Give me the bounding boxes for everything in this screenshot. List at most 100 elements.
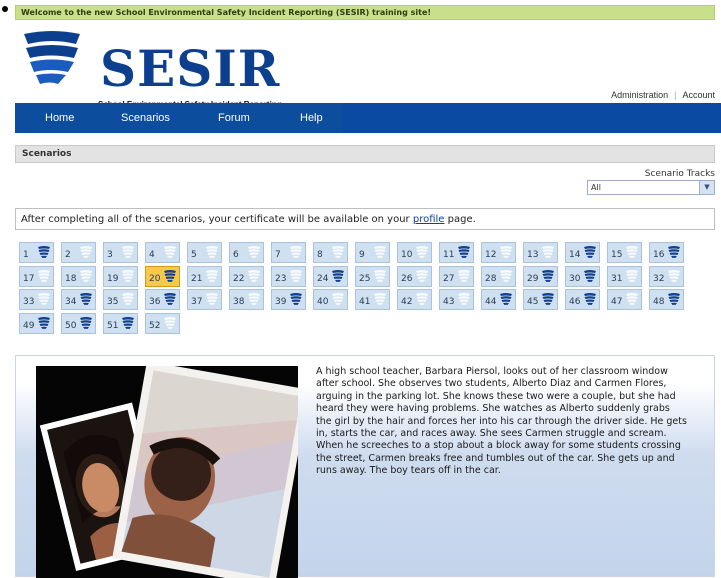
completed-shield-icon <box>38 316 50 329</box>
scenario-content: A high school teacher, Barbara Piersol, … <box>15 355 715 578</box>
scenario-tile[interactable]: 22 <box>229 265 264 287</box>
sesir-logo[interactable]: SESIR School Environmental Safety Incide… <box>20 24 300 109</box>
scenario-tile[interactable]: 35 <box>103 289 138 310</box>
scenario-tile[interactable]: 12 <box>481 242 516 263</box>
scenario-tile[interactable]: 29 <box>523 265 558 287</box>
completed-shield-icon <box>332 269 344 282</box>
scenario-tile[interactable]: 25 <box>355 265 390 287</box>
shield-outline-icon <box>248 293 260 305</box>
scenario-tile[interactable]: 23 <box>271 265 306 287</box>
scenario-tile[interactable]: 16 <box>649 242 684 263</box>
scenario-number: 4 <box>149 250 155 260</box>
scenario-tile[interactable]: 38 <box>229 289 264 310</box>
scenario-tile[interactable]: 18 <box>61 265 96 287</box>
scenario-tile[interactable]: 30 <box>565 265 600 287</box>
scenario-tile[interactable]: 28 <box>481 265 516 287</box>
scenario-tile[interactable]: 5 <box>187 242 222 263</box>
scenario-tracks-select[interactable]: All ▼ <box>587 180 715 195</box>
completed-shield-icon <box>668 246 680 258</box>
scenario-tile[interactable]: 9 <box>355 242 390 263</box>
shield-outline-icon <box>38 269 50 282</box>
scenario-tile[interactable]: 17 <box>19 265 54 287</box>
shield-outline-icon <box>206 293 218 305</box>
scenario-number: 50 <box>65 320 77 331</box>
scenario-tile[interactable]: 44 <box>481 289 516 310</box>
nav-help[interactable]: Help <box>300 103 323 133</box>
scenario-tile[interactable]: 42 <box>397 289 432 310</box>
shield-outline-icon <box>206 246 218 258</box>
completed-shield-icon <box>164 293 176 305</box>
administration-link[interactable]: Administration <box>611 90 668 100</box>
completed-shield-icon <box>584 293 596 305</box>
scenario-tile[interactable]: 48 <box>649 289 684 310</box>
scenario-number: 2 <box>65 250 71 260</box>
scenario-tile[interactable]: 41 <box>355 289 390 310</box>
completed-shield-icon <box>164 269 176 282</box>
scenario-tile[interactable]: 51 <box>103 312 138 334</box>
scenario-tile[interactable]: 4 <box>145 242 180 263</box>
shield-outline-icon <box>458 269 470 282</box>
scenario-tile[interactable]: 3 <box>103 242 138 263</box>
scenario-tile[interactable]: 32 <box>649 265 684 287</box>
scenario-tile[interactable]: 14 <box>565 242 600 263</box>
scenario-tile[interactable]: 43 <box>439 289 474 310</box>
scenario-number: 35 <box>107 297 119 307</box>
scenario-tile[interactable]: 27 <box>439 265 474 287</box>
shield-outline-icon <box>668 269 680 282</box>
scenario-tile[interactable]: 45 <box>523 289 558 310</box>
scenario-tile[interactable]: 11 <box>439 242 474 263</box>
dropdown-arrow-icon[interactable]: ▼ <box>699 181 714 194</box>
shield-outline-icon <box>122 269 134 282</box>
scenario-tile[interactable]: 13 <box>523 242 558 263</box>
scenario-tile[interactable]: 20 <box>145 265 180 287</box>
shield-outline-icon <box>416 293 428 305</box>
scenario-tile[interactable]: 10 <box>397 242 432 263</box>
scenario-tile[interactable]: 34 <box>61 289 96 310</box>
scenario-number: 29 <box>527 273 539 284</box>
completed-shield-icon <box>122 316 134 329</box>
completed-shield-icon <box>584 269 596 282</box>
completed-shield-icon <box>542 293 554 305</box>
nav-forum[interactable]: Forum <box>218 103 250 133</box>
scenario-number: 21 <box>191 273 203 284</box>
main-nav: Home Scenarios Forum Help <box>15 103 721 133</box>
scenario-tracks-label: Scenario Tracks <box>644 169 715 179</box>
shield-outline-icon <box>500 246 512 258</box>
scenario-tile[interactable]: 19 <box>103 265 138 287</box>
scenario-number: 20 <box>149 273 161 284</box>
scenario-tile[interactable]: 31 <box>607 265 642 287</box>
scenario-tile[interactable]: 26 <box>397 265 432 287</box>
scenario-tile[interactable]: 49 <box>19 312 54 334</box>
scenario-tile[interactable]: 37 <box>187 289 222 310</box>
scenario-tile[interactable]: 15 <box>607 242 642 263</box>
scenario-number: 51 <box>107 320 119 331</box>
scenario-tile[interactable]: 46 <box>565 289 600 310</box>
scenario-number: 25 <box>359 273 371 284</box>
scenario-tile[interactable]: 6 <box>229 242 264 263</box>
scenario-tile[interactable]: 33 <box>19 289 54 310</box>
shield-outline-icon <box>164 316 176 329</box>
scenario-tile[interactable]: 1 <box>19 242 54 263</box>
scenario-tile[interactable]: 47 <box>607 289 642 310</box>
completed-shield-icon <box>80 316 92 329</box>
profile-link[interactable]: profile <box>413 214 445 225</box>
account-link[interactable]: Account <box>682 90 715 100</box>
shield-outline-icon <box>38 293 50 305</box>
scenario-tile[interactable]: 50 <box>61 312 96 334</box>
shield-outline-icon <box>290 246 302 258</box>
completed-shield-icon <box>458 246 470 258</box>
scenario-number: 19 <box>107 273 119 284</box>
nav-scenarios[interactable]: Scenarios <box>121 103 170 133</box>
scenario-tile[interactable]: 36 <box>145 289 180 310</box>
scenario-tile[interactable]: 40 <box>313 289 348 310</box>
scenario-tile[interactable]: 8 <box>313 242 348 263</box>
scenario-tile[interactable]: 24 <box>313 265 348 287</box>
nav-home[interactable]: Home <box>45 103 74 133</box>
scenario-tile[interactable]: 52 <box>145 312 180 334</box>
scenario-tile[interactable]: 21 <box>187 265 222 287</box>
scenario-number: 36 <box>149 297 161 307</box>
scenario-number: 10 <box>401 250 413 260</box>
scenario-tile[interactable]: 2 <box>61 242 96 263</box>
scenario-tile[interactable]: 39 <box>271 289 306 310</box>
scenario-tile[interactable]: 7 <box>271 242 306 263</box>
